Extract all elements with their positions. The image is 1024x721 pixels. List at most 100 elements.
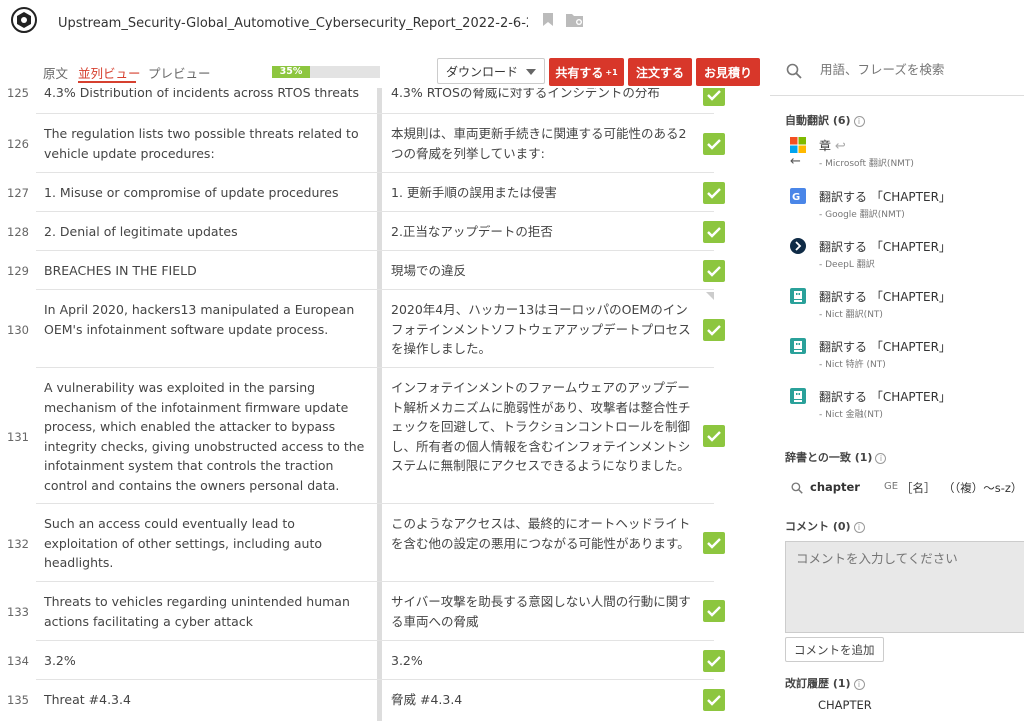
comment-section-label: コメント (0) — [785, 520, 851, 533]
segment-target[interactable]: 4.3% RTOSの脅威に対するインシデントの分布 — [391, 88, 696, 103]
deepl-icon — [790, 238, 806, 254]
segment-row[interactable]: 125 4.3% Distribution of incidents acros… — [0, 88, 770, 114]
segment-row[interactable]: 126 The regulation lists two possible th… — [0, 114, 770, 173]
mt-source: - Nict 金融(NT) — [819, 410, 883, 420]
segment-number: 127 — [7, 186, 29, 200]
mt-section-label: 自動翻訳 (6) — [785, 114, 851, 127]
segment-target[interactable]: サイバー攻撃を助長する意図しない人間の行動に関する車両への脅威 — [391, 592, 696, 631]
segment-target[interactable]: 3.2% — [391, 651, 696, 671]
confirm-check-icon[interactable] — [703, 133, 725, 155]
segment-target[interactable]: 脅威 #4.3.4 — [391, 690, 696, 710]
mt-suggestion-text: 翻訳する 「CHAPTER」 — [819, 190, 951, 204]
tab-source[interactable]: 原文 — [43, 63, 68, 82]
info-icon[interactable]: i — [853, 521, 865, 533]
segment-row[interactable]: 127 1. Misuse or compromise of update pr… — [0, 173, 770, 212]
segment-source: In April 2020, hackers13 manipulated a E… — [44, 302, 355, 337]
segment-target[interactable]: このようなアクセスは、最終的にオートヘッドライトを含む他の設定の悪用につながる可… — [391, 514, 696, 553]
dict-definition: （（複）～s-z） — [943, 481, 1023, 495]
mt-suggestion[interactable]: 章 ↩ ← - Microsoft 翻訳(NMT) — [785, 137, 1020, 177]
segment-source: 2. Denial of legitimate updates — [44, 224, 238, 239]
segment-row[interactable]: 135 Threat #4.3.4 脅威 #4.3.4 — [0, 680, 770, 719]
undo-icon[interactable]: ↩ — [835, 139, 846, 154]
quote-button[interactable]: お見積り — [696, 58, 760, 86]
mt-suggestion[interactable]: G 翻訳する 「CHAPTER」 - Google 翻訳(NMT) — [785, 188, 1020, 228]
segment-grid: 125 4.3% Distribution of incidents acros… — [0, 88, 770, 721]
segment-source: BREACHES IN THE FIELD — [44, 263, 197, 278]
mt-text-value: 章 — [819, 139, 832, 153]
segment-target[interactable]: 1. 更新手順の誤用または侵害 — [391, 183, 696, 203]
insert-arrow-icon[interactable]: ← — [790, 154, 801, 169]
tab-parallel-view[interactable]: 並列ビュー — [78, 63, 141, 82]
segment-target[interactable]: 2020年4月、ハッカー13はヨーロッパのOEMのインフォテインメントソフトウェ… — [391, 300, 696, 359]
segment-row[interactable]: 131 A vulnerability was exploited in the… — [0, 368, 770, 504]
mt-source: - Nict 特許 (NT) — [819, 360, 886, 370]
share-button[interactable]: 共有する +1 — [549, 58, 624, 86]
search-icon[interactable] — [786, 63, 802, 83]
segment-number: 132 — [7, 537, 29, 551]
segment-target[interactable]: 2.正当なアップデートの拒否 — [391, 222, 696, 242]
confirm-check-icon[interactable] — [703, 425, 725, 447]
search-input[interactable] — [820, 62, 1020, 77]
microsoft-icon — [790, 137, 806, 153]
share-badge: +1 — [605, 67, 618, 77]
mt-source: - Microsoft 翻訳(NMT) — [819, 159, 914, 169]
segment-row[interactable]: 132 Such an access could eventually lead… — [0, 504, 770, 582]
segment-number: 125 — [7, 88, 29, 100]
confirm-check-icon[interactable] — [703, 689, 725, 711]
confirm-check-icon[interactable] — [703, 319, 725, 341]
mt-source: - DeepL 翻訳 — [819, 260, 875, 270]
editor-toolbar: 原文 並列ビュー プレビュー 35% ダウンロード 共有する +1 注文する お… — [0, 56, 770, 88]
segment-source: Such an access could eventually lead to … — [44, 516, 322, 570]
svg-text:G: G — [792, 192, 800, 203]
segment-row[interactable]: 134 3.2% 3.2% — [0, 641, 770, 680]
order-button[interactable]: 注文する — [628, 58, 692, 86]
download-dropdown[interactable]: ダウンロード — [437, 58, 545, 84]
mt-suggestion[interactable]: 翻訳する 「CHAPTER」 - Nict 金融(NT) — [785, 388, 1020, 428]
search-icon[interactable] — [791, 482, 803, 497]
segment-row[interactable]: 130 In April 2020, hackers13 manipulated… — [0, 290, 770, 368]
folder-user-icon[interactable] — [565, 12, 585, 32]
mt-suggestion-text: 翻訳する 「CHAPTER」 — [819, 240, 951, 254]
mt-suggestion[interactable]: 翻訳する 「CHAPTER」 - DeepL 翻訳 — [785, 238, 1020, 278]
confirm-check-icon[interactable] — [703, 182, 725, 204]
confirm-check-icon[interactable] — [703, 88, 725, 106]
dict-source: GE — [884, 481, 899, 492]
mt-section-title: 自動翻訳 (6) i — [785, 112, 865, 128]
segment-corner-marker — [706, 292, 714, 300]
confirm-check-icon[interactable] — [703, 532, 725, 554]
segment-target[interactable]: 現場での違反 — [391, 261, 696, 281]
active-tab-underline — [78, 81, 136, 83]
info-icon[interactable]: i — [875, 452, 887, 464]
info-icon[interactable]: i — [853, 115, 865, 127]
confirm-check-icon[interactable] — [703, 260, 725, 282]
logo-icon[interactable] — [10, 6, 38, 34]
segment-row[interactable]: 133 Threats to vehicles regarding uninte… — [0, 582, 770, 641]
revision-section-label: 改訂履歴 (1) — [785, 677, 851, 690]
mt-suggestion[interactable]: 翻訳する 「CHAPTER」 - Nict 特許 (NT) — [785, 338, 1020, 378]
resource-panel: 自動翻訳 (6)i 章 ↩ ← - Microsoft 翻訳(NMT) G 翻訳… — [770, 44, 1024, 721]
term-search — [770, 44, 1024, 96]
segment-row[interactable]: 129 BREACHES IN THE FIELD 現場での違反 — [0, 251, 770, 290]
info-icon[interactable]: i — [853, 678, 865, 690]
segment-number: 128 — [7, 225, 29, 239]
segment-target[interactable]: インフォテインメントのファームウェアのアップデート解析メカニズムに脆弱性があり、… — [391, 378, 696, 476]
app-header: Upstream_Security-Global_Automotive_Cybe… — [0, 0, 1024, 44]
confirm-check-icon[interactable] — [703, 650, 725, 672]
segment-row[interactable]: 128 2. Denial of legitimate updates 2.正当… — [0, 212, 770, 251]
segment-source: The regulation lists two possible threat… — [44, 126, 359, 161]
revision-item[interactable]: CHAPTER — [818, 698, 872, 712]
tab-preview[interactable]: プレビュー — [148, 63, 211, 82]
mt-suggestion-text: 翻訳する 「CHAPTER」 — [819, 340, 951, 354]
comment-input[interactable] — [785, 541, 1024, 633]
comment-section-title: コメント (0) i — [785, 518, 865, 534]
segment-target[interactable]: 本規則は、車両更新手続きに関連する可能性のある2つの脅威を列挙しています: — [391, 124, 696, 163]
confirm-check-icon[interactable] — [703, 221, 725, 243]
add-comment-button[interactable]: コメントを追加 — [785, 637, 884, 662]
mt-suggestion[interactable]: 翻訳する 「CHAPTER」 - Nict 翻訳(NT) — [785, 288, 1020, 328]
dict-entry[interactable]: chapter GE ［名］ （（複）～s-z） — [785, 480, 1024, 498]
segment-number: 135 — [7, 693, 29, 707]
segment-source: Threat #4.3.4 — [44, 692, 131, 707]
confirm-check-icon[interactable] — [703, 600, 725, 622]
bookmark-icon[interactable] — [542, 12, 554, 31]
segment-source: A vulnerability was exploited in the par… — [44, 380, 365, 493]
